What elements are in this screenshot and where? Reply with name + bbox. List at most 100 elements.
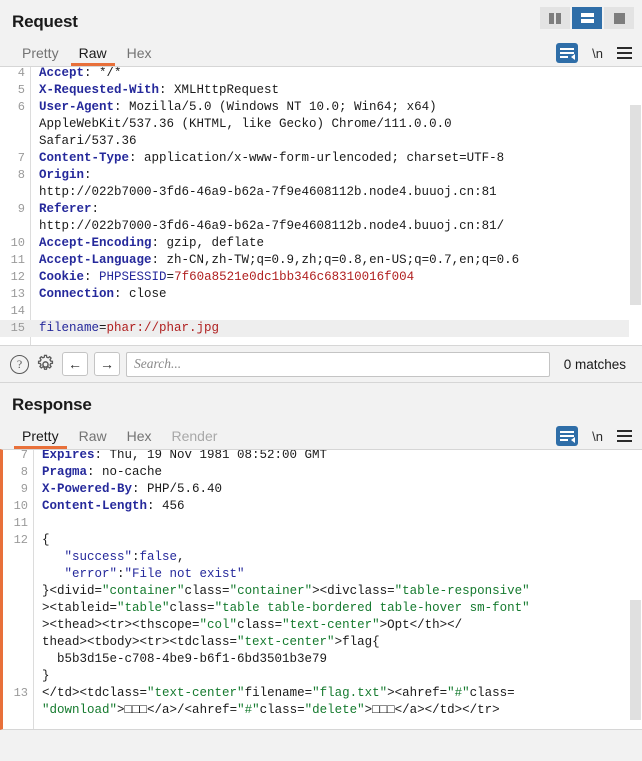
line-text: Expires: Thu, 19 Nov 1981 08:52:00 GMT (42, 449, 328, 462)
code-line: 6 User-Agent: Mozilla/5.0 (Windows NT 10.… (0, 99, 642, 116)
hamburger-menu-icon[interactable] (617, 47, 632, 59)
response-editor[interactable]: 7 Expires: Thu, 19 Nov 1981 08:52:00 GMT 8… (0, 449, 642, 730)
request-tabbar: Pretty Raw Hex \n (0, 38, 642, 66)
code-line: 7 Expires: Thu, 19 Nov 1981 08:52:00 GMT (3, 449, 642, 464)
line-text: "download">□□□</a>/<ahref="#"class="dele… (42, 703, 500, 717)
line-text: Accept-Language: zh-CN,zh-TW;q=0.9,zh;q=… (39, 253, 520, 267)
line-number: 15 (10, 321, 25, 335)
search-next-button[interactable]: → (94, 352, 120, 376)
line-number: 10 (10, 236, 25, 250)
line-text: b5b3d15e-c708-4be9-b6f1-6bd3501b3e79 (42, 652, 328, 666)
code-line: 13 </td><tdclass="text-center"filename="f… (3, 685, 642, 702)
newline-toggle-icon[interactable]: \n (592, 429, 603, 444)
line-text: } (42, 669, 50, 683)
request-header: Request (0, 0, 642, 38)
line-text: thead><tbody><tr><tdclass="text-center">… (42, 635, 380, 649)
request-title: Request (12, 12, 78, 31)
line-text: AppleWebKit/537.36 (KHTML, like Gecko) C… (39, 117, 452, 131)
line-number: 7 (20, 449, 28, 462)
line-number: 11 (10, 253, 25, 267)
single-pane-layout-button[interactable] (604, 7, 634, 29)
code-line: 11 (3, 515, 642, 532)
tab-response-render[interactable]: Render (162, 428, 228, 449)
tab-request-hex[interactable]: Hex (117, 45, 162, 66)
side-by-side-layout-button[interactable] (540, 7, 570, 29)
line-text: ><tableid="table"class="table table-bord… (42, 601, 530, 615)
code-line: 15 filename=phar://phar.jpg (0, 320, 642, 337)
code-line: ><thead><tr><thscope="col"class="text-ce… (3, 617, 642, 634)
line-text: { (42, 533, 50, 547)
gear-icon[interactable] (35, 354, 56, 375)
request-panel: Request Pretty Raw Hex \n 4 Accept: */* … (0, 0, 642, 382)
line-text: Referer: (39, 202, 100, 216)
code-line: 9 Referer: (0, 201, 642, 218)
response-title: Response (12, 395, 92, 414)
word-wrap-icon[interactable] (556, 426, 579, 446)
request-editor[interactable]: 4 Accept: */* 5 X-Requested-With: XMLHttpRe… (0, 66, 642, 346)
tab-response-pretty[interactable]: Pretty (12, 428, 69, 449)
tab-request-pretty[interactable]: Pretty (12, 45, 69, 66)
line-text: X-Requested-With: XMLHttpRequest (39, 83, 280, 97)
request-code: 4 Accept: */* 5 X-Requested-With: XMLHttpRe… (0, 66, 642, 337)
line-text: </td><tdclass="text-center"filename="fla… (42, 686, 515, 700)
code-line: "download">□□□</a>/<ahref="#"class="dele… (3, 702, 642, 719)
code-line: 5 X-Requested-With: XMLHttpRequest (0, 82, 642, 99)
word-wrap-icon[interactable] (556, 43, 579, 63)
request-tab-tools: \n (556, 43, 632, 63)
newline-toggle-icon[interactable]: \n (592, 46, 603, 61)
columns-icon (549, 12, 561, 24)
line-text: "error":"File not exist" (42, 567, 245, 581)
request-scrollbar[interactable] (629, 67, 642, 345)
request-scrollbar-thumb[interactable] (630, 105, 641, 305)
line-number: 5 (17, 83, 25, 97)
code-line: 12 { (3, 532, 642, 549)
line-text: Accept: */* (39, 66, 122, 80)
line-text: Content-Type: application/x-www-form-url… (39, 151, 505, 165)
line-text: filename=phar://phar.jpg (39, 321, 220, 335)
line-number: 14 (10, 304, 25, 318)
search-prev-button[interactable]: ← (62, 352, 88, 376)
line-text: http://022b7000-3fd6-46a9-b62a-7f9e46081… (39, 185, 497, 199)
search-input[interactable] (126, 351, 550, 377)
response-tab-tools: \n (556, 426, 632, 446)
tab-response-raw[interactable]: Raw (69, 428, 117, 449)
layout-switcher (540, 7, 634, 29)
response-code: 7 Expires: Thu, 19 Nov 1981 08:52:00 GMT 8… (3, 449, 642, 719)
code-line: 14 (0, 303, 642, 320)
code-line: thead><tbody><tr><tdclass="text-center">… (3, 634, 642, 651)
line-number: 4 (17, 66, 25, 80)
line-number: 7 (17, 151, 25, 165)
line-text: Connection: close (39, 287, 167, 301)
code-line: ><tableid="table"class="table table-bord… (3, 600, 642, 617)
code-line: 9 X-Powered-By: PHP/5.6.40 (3, 481, 642, 498)
response-panel: Response Pretty Raw Hex Render \n 7 Expir… (0, 383, 642, 730)
line-number: 10 (13, 499, 28, 513)
help-icon[interactable]: ? (10, 354, 29, 374)
response-tabbar: Pretty Raw Hex Render \n (0, 421, 642, 449)
line-number: 9 (17, 202, 25, 216)
code-line: 13 Connection: close (0, 286, 642, 303)
stacked-layout-button[interactable] (572, 7, 602, 29)
line-text: Origin: (39, 168, 92, 182)
response-scrollbar[interactable] (629, 450, 642, 729)
line-number: 8 (17, 168, 25, 182)
code-line: 8 Pragma: no-cache (3, 464, 642, 481)
code-line: AppleWebKit/537.36 (KHTML, like Gecko) C… (0, 116, 642, 133)
request-search-bar: ? ← → 0 matches (0, 346, 642, 382)
rows-icon (580, 13, 594, 23)
hamburger-menu-icon[interactable] (617, 430, 632, 442)
response-scrollbar-thumb[interactable] (630, 600, 641, 720)
line-text: }<divid="container"class="container"><di… (42, 584, 530, 598)
code-line: "success":false, (3, 549, 642, 566)
line-text: Accept-Encoding: gzip, deflate (39, 236, 265, 250)
line-text: ><thead><tr><thscope="col"class="text-ce… (42, 618, 463, 632)
tab-request-raw[interactable]: Raw (69, 45, 117, 66)
code-line: 7 Content-Type: application/x-www-form-ur… (0, 150, 642, 167)
code-line: Safari/537.36 (0, 133, 642, 150)
line-text: "success":false, (42, 550, 185, 564)
line-text: User-Agent: Mozilla/5.0 (Windows NT 10.0… (39, 100, 437, 114)
line-number: 12 (13, 533, 28, 547)
tab-response-hex[interactable]: Hex (117, 428, 162, 449)
code-line: b5b3d15e-c708-4be9-b6f1-6bd3501b3e79 (3, 651, 642, 668)
burp-repeater-window: Request Pretty Raw Hex \n 4 Accept: */* … (0, 0, 642, 761)
